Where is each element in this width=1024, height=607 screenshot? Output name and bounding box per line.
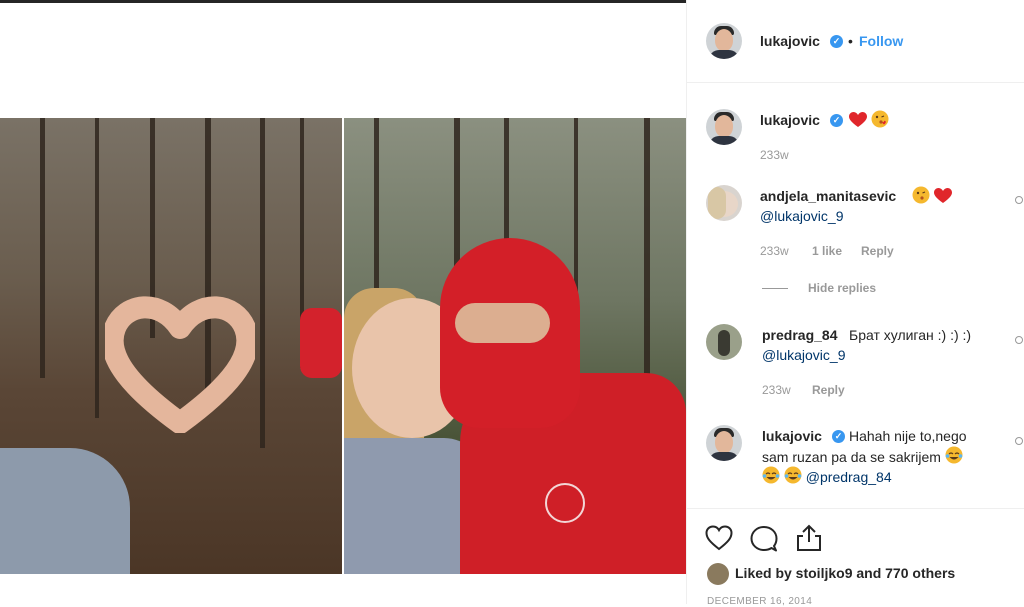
avatar[interactable] [706, 109, 742, 145]
comment-mention[interactable]: @lukajovic_9 [760, 206, 843, 226]
hide-replies-button[interactable]: Hide replies [808, 281, 876, 295]
avatar[interactable] [706, 324, 742, 360]
more-options-icon[interactable] [1015, 336, 1023, 344]
photo-panel-heart-hands [0, 118, 342, 574]
likes-summary[interactable]: Liked by stoiljko9 and 770 others [735, 565, 955, 581]
comment-text: Брат хулиган :) :) :) [849, 327, 972, 343]
red-heart-icon [849, 112, 867, 127]
divider-line [762, 288, 788, 289]
comment-mention[interactable]: @predrag_84 [806, 469, 892, 485]
more-options-icon[interactable] [1015, 196, 1023, 204]
post-photo[interactable] [0, 118, 686, 574]
like-heart-icon[interactable] [705, 525, 733, 551]
face-blowing-kiss-icon [912, 186, 930, 204]
verified-icon: ✓ [830, 114, 843, 127]
verified-icon: ✓ [832, 430, 845, 443]
comment-time[interactable]: 233w [760, 244, 789, 258]
comment-time[interactable]: 233w [762, 383, 791, 397]
face-blowing-kiss-icon [871, 110, 889, 128]
comment-username[interactable]: lukajovic [762, 428, 822, 444]
avatar[interactable] [706, 425, 742, 461]
heart-hands [105, 296, 255, 433]
comment-emojis [912, 186, 952, 207]
comment-emojis [849, 110, 889, 131]
post-header: lukajovic ✓ • Follow [687, 0, 1024, 83]
comment-mention[interactable]: @lukajovic_9 [762, 345, 845, 365]
hoodie-logo [545, 483, 585, 523]
comment-text-line2: sam ruzan pa da se sakrijem [762, 446, 963, 467]
follow-button[interactable]: Follow [859, 33, 903, 49]
comment-username[interactable]: andjela_manitasevic [760, 188, 896, 204]
action-bar [687, 508, 1024, 605]
comment-likes[interactable]: 1 like [812, 244, 842, 258]
header-username[interactable]: lukajovic [760, 33, 820, 49]
comment-bubble-icon[interactable] [750, 525, 778, 553]
liker-avatar[interactable] [707, 563, 729, 585]
comment-username[interactable]: lukajovic [760, 112, 820, 128]
separator-dot: • [848, 33, 853, 49]
comment-text-line1: Hahah nije to,nego [849, 428, 967, 444]
reply-button[interactable]: Reply [861, 244, 894, 258]
more-options-icon[interactable] [1015, 437, 1023, 445]
share-icon[interactable] [795, 523, 823, 553]
avatar[interactable] [706, 23, 742, 59]
red-heart-icon [933, 188, 952, 203]
comments-sidebar: lukajovic ✓ • Follow lukajovic ✓ 233w an… [686, 0, 1024, 607]
comment-text-line3: @predrag_84 [762, 466, 892, 487]
hood-eye-opening [455, 303, 550, 343]
tears-of-joy-icon [784, 466, 802, 484]
tears-of-joy-icon [945, 446, 963, 464]
comment-time[interactable]: 233w [760, 148, 789, 162]
avatar[interactable] [706, 185, 742, 221]
red-sleeve [300, 308, 342, 378]
tears-of-joy-icon [762, 466, 780, 484]
verified-icon: ✓ [830, 35, 843, 48]
post-date: DECEMBER 16, 2014 [707, 596, 813, 607]
reply-button[interactable]: Reply [812, 383, 845, 397]
comment-username[interactable]: predrag_84 [762, 327, 837, 343]
gray-sleeve [0, 448, 130, 574]
